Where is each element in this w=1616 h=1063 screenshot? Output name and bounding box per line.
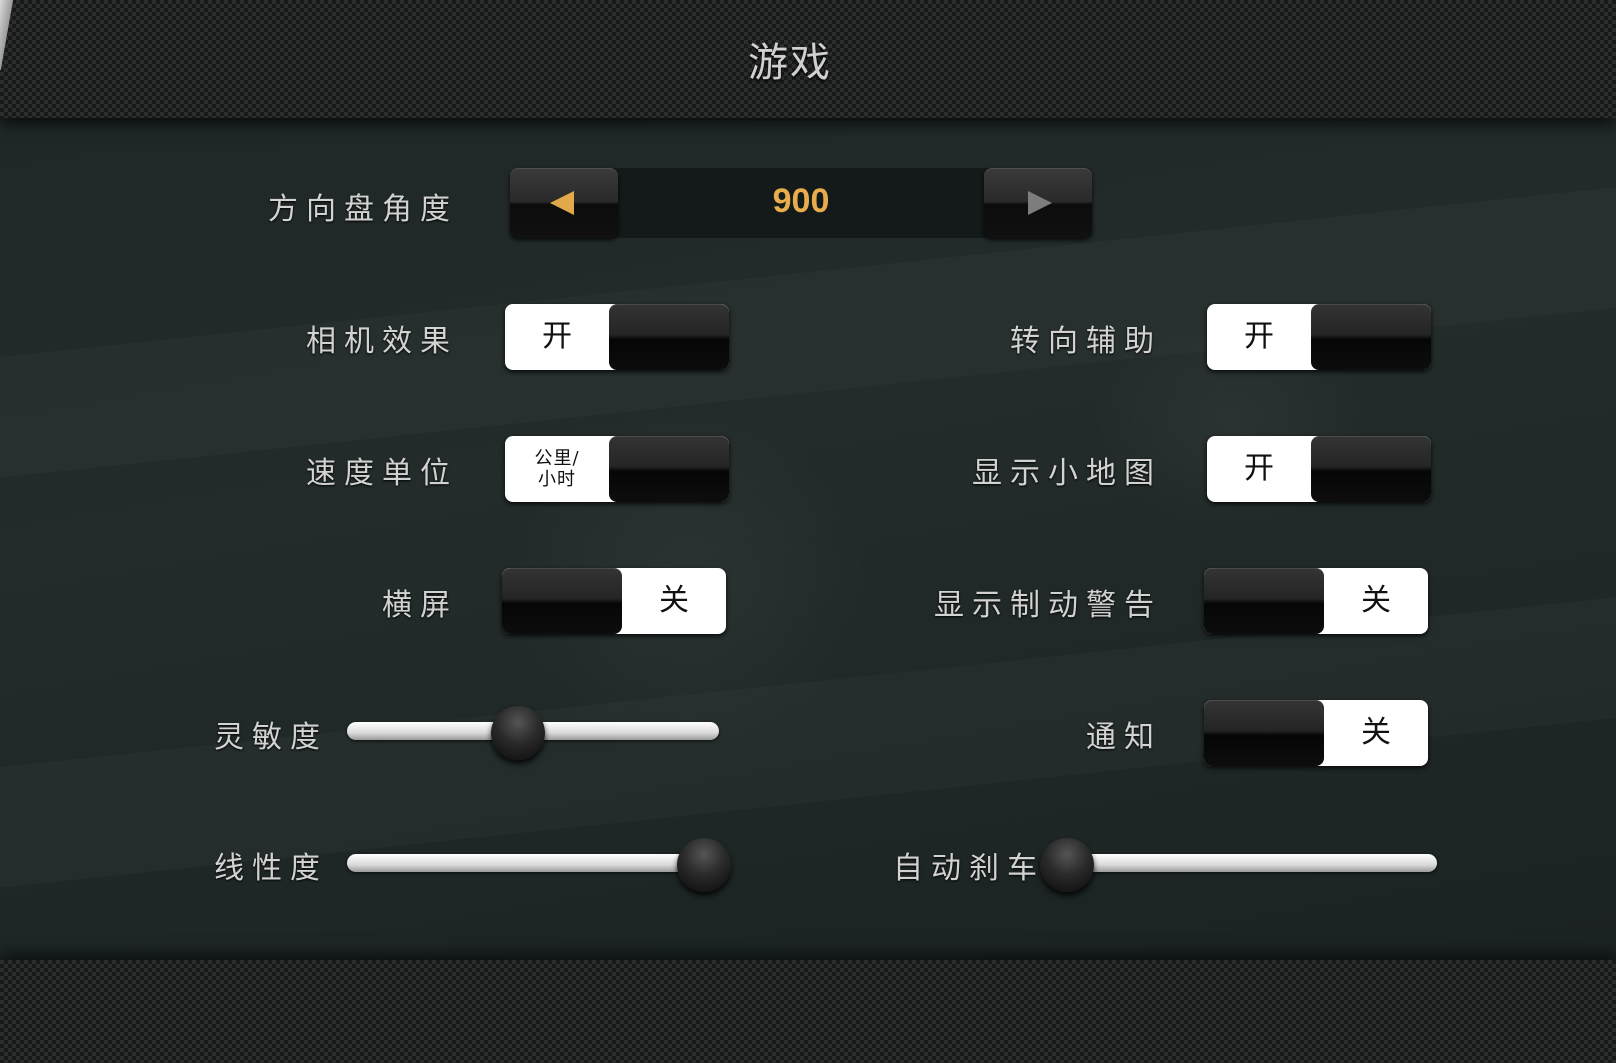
landscape-toggle[interactable]: 关 xyxy=(502,568,726,634)
header-bar: 游戏 xyxy=(0,0,1616,118)
notifications-toggle[interactable]: 关 xyxy=(1204,700,1428,766)
unit-line-2: 小时 xyxy=(538,469,576,490)
footer-bar xyxy=(0,960,1616,1063)
sensitivity-label: 灵敏度 xyxy=(214,720,328,755)
linearity-label: 线性度 xyxy=(214,851,328,886)
show-minimap-label: 显示小地图 xyxy=(972,456,1162,491)
toggle-state-label: 关 xyxy=(1361,583,1391,618)
auto-brake-slider[interactable] xyxy=(1040,838,1437,892)
speed-unit-label: 速度单位 xyxy=(306,456,458,491)
steering-assist-label: 转向辅助 xyxy=(1010,324,1162,359)
arrow-left-icon xyxy=(550,191,574,215)
slider-thumb[interactable] xyxy=(491,706,546,760)
toggle-knob[interactable] xyxy=(609,304,729,370)
auto-brake-label: 自动刹车 xyxy=(893,851,1045,886)
slider-track[interactable] xyxy=(1052,854,1437,872)
toggle-state-label: 开 xyxy=(542,319,572,354)
linearity-slider[interactable] xyxy=(347,838,732,892)
angle-decrease-button[interactable] xyxy=(510,168,618,238)
toggle-knob[interactable] xyxy=(1204,568,1324,634)
arrow-right-icon xyxy=(1028,191,1052,215)
brake-warning-label: 显示制动警告 xyxy=(934,588,1162,623)
camera-effect-toggle[interactable]: 开 xyxy=(505,304,729,370)
slider-thumb[interactable] xyxy=(677,838,732,892)
steering-angle-selector: 900 xyxy=(510,168,1092,238)
toggle-state-label: 关 xyxy=(1361,715,1391,750)
show-minimap-toggle[interactable]: 开 xyxy=(1207,436,1431,502)
page-title: 游戏 xyxy=(748,40,832,86)
unit-line-1: 公里/ xyxy=(534,448,580,469)
toggle-knob[interactable] xyxy=(1311,304,1431,370)
notifications-label: 通知 xyxy=(1086,720,1162,755)
toggle-knob[interactable] xyxy=(502,568,622,634)
speed-unit-toggle[interactable]: 公里/ 小时 xyxy=(505,436,729,502)
toggle-knob[interactable] xyxy=(1311,436,1431,502)
toggle-knob[interactable] xyxy=(1204,700,1324,766)
toggle-state-label: 开 xyxy=(1244,451,1274,486)
toggle-state-label: 关 xyxy=(659,583,689,618)
toggle-state-label: 公里/ 小时 xyxy=(505,436,609,502)
settings-panel xyxy=(0,118,1616,960)
steering-angle-label: 方向盘角度 xyxy=(268,192,458,227)
camera-effect-label: 相机效果 xyxy=(306,324,458,359)
landscape-label: 横屏 xyxy=(382,588,458,623)
toggle-knob[interactable] xyxy=(609,436,729,502)
sensitivity-slider[interactable] xyxy=(347,706,719,760)
brake-warning-toggle[interactable]: 关 xyxy=(1204,568,1428,634)
steering-angle-value: 900 xyxy=(772,182,830,220)
steering-assist-toggle[interactable]: 开 xyxy=(1207,304,1431,370)
slider-thumb[interactable] xyxy=(1040,838,1095,892)
slider-track[interactable] xyxy=(347,854,719,872)
toggle-state-label: 开 xyxy=(1244,319,1274,354)
angle-increase-button[interactable] xyxy=(984,168,1092,238)
